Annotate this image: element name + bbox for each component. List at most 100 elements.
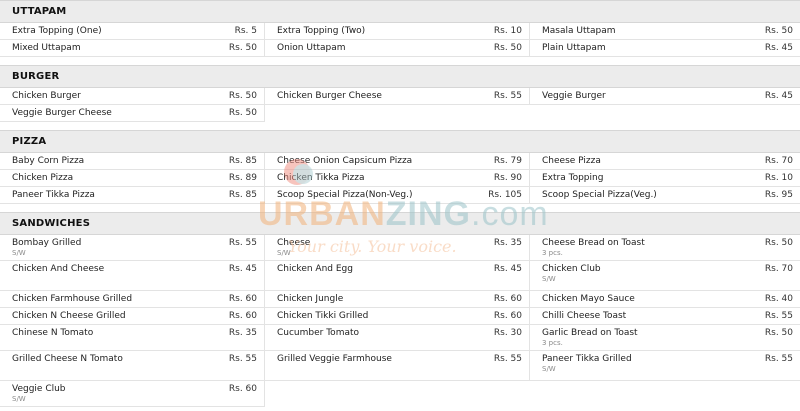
item-note: S/W (12, 249, 26, 257)
menu-item[interactable]: Scoop Special Pizza(Veg.) Rs. 95 (530, 187, 800, 204)
item-name: Plain Uttapam (542, 43, 606, 53)
menu-item[interactable]: Cheese Bread on Toast Rs. 50 3 pcs. (530, 235, 800, 261)
menu-item[interactable]: Scoop Special Pizza(Non-Veg.) Rs. 105 (265, 187, 530, 204)
menu-item[interactable]: Mixed Uttapam Rs. 50 (0, 40, 265, 57)
item-price: Rs. 70 (764, 264, 793, 274)
menu-item[interactable]: Chinese N Tomato Rs. 35 (0, 325, 265, 351)
menu-item[interactable]: Chicken Burger Rs. 50 (0, 88, 265, 105)
item-price: Rs. 45 (764, 91, 793, 101)
menu-item[interactable]: Chicken Jungle Rs. 60 (265, 291, 530, 308)
menu-item[interactable]: Extra Topping (Two) Rs. 10 (265, 23, 530, 40)
menu-item[interactable]: Paneer Tikka Grilled Rs. 55 S/W (530, 351, 800, 381)
item-name: Chicken And Egg (277, 264, 353, 274)
menu-item[interactable]: Chicken Burger Cheese Rs. 55 (265, 88, 530, 105)
item-name: Chilli Cheese Toast (542, 311, 627, 321)
item-price: Rs. 35 (228, 328, 257, 338)
menu-item[interactable]: Veggie Burger Cheese Rs. 50 (0, 105, 265, 122)
menu-item[interactable]: Masala Uttapam Rs. 50 (530, 23, 800, 40)
section-header-burger: BURGER (0, 65, 800, 88)
menu-item[interactable]: Veggie Burger Rs. 45 (530, 88, 800, 105)
menu-item[interactable]: Chicken Farmhouse Grilled Rs. 60 (0, 291, 265, 308)
item-price: Rs. 85 (228, 156, 257, 166)
section-grid-burger: Chicken Burger Rs. 50 Chicken Burger Chee… (0, 88, 800, 122)
item-price: Rs. 50 (493, 43, 522, 53)
item-name: Paneer Tikka Grilled (542, 354, 632, 364)
item-name: Bombay Grilled (12, 238, 82, 248)
menu-item[interactable]: Cheese Rs. 35 S/W (265, 235, 530, 261)
item-name: Chinese N Tomato (12, 328, 94, 338)
item-price: Rs. 105 (488, 190, 522, 200)
item-price: Rs. 60 (228, 311, 257, 321)
menu-item[interactable]: Extra Topping Rs. 10 (530, 170, 800, 187)
item-name: Chicken Burger Cheese (277, 91, 382, 101)
menu-item[interactable]: Extra Topping (One) Rs. 5 (0, 23, 265, 40)
menu-item[interactable]: Plain Uttapam Rs. 45 (530, 40, 800, 57)
item-price: Rs. 50 (764, 238, 793, 248)
item-name: Scoop Special Pizza(Non-Veg.) (277, 190, 413, 200)
menu-item[interactable]: Chicken Tikka Pizza Rs. 90 (265, 170, 530, 187)
item-price: Rs. 55 (493, 354, 522, 364)
item-price: Rs. 60 (228, 384, 257, 394)
menu-item[interactable]: Chicken And Cheese Rs. 45 (0, 261, 265, 291)
item-price: Rs. 40 (764, 294, 793, 304)
item-name: Garlic Bread on Toast (542, 328, 638, 338)
menu-item[interactable]: Cheese Onion Capsicum Pizza Rs. 79 (265, 153, 530, 170)
item-price: Rs. 79 (493, 156, 522, 166)
item-name: Chicken Burger (12, 91, 81, 101)
item-note: 3 pcs. (542, 249, 563, 257)
menu-item[interactable]: Chicken Mayo Sauce Rs. 40 (530, 291, 800, 308)
item-name: Veggie Club (12, 384, 66, 394)
item-note: S/W (277, 249, 291, 257)
item-name: Chicken Club (542, 264, 601, 274)
menu-item[interactable]: Grilled Cheese N Tomato Rs. 55 (0, 351, 265, 381)
item-price: Rs. 45 (228, 264, 257, 274)
menu-item[interactable]: Bombay Grilled Rs. 55 S/W (0, 235, 265, 261)
item-price: Rs. 55 (228, 354, 257, 364)
menu-item[interactable]: Chicken Club Rs. 70 S/W (530, 261, 800, 291)
menu-item[interactable]: Cucumber Tomato Rs. 30 (265, 325, 530, 351)
menu-item[interactable]: Cheese Pizza Rs. 70 (530, 153, 800, 170)
item-price: Rs. 89 (228, 173, 257, 183)
item-name: Veggie Burger (542, 91, 606, 101)
item-name: Chicken Tikka Pizza (277, 173, 365, 183)
menu-item[interactable]: Chicken And Egg Rs. 45 (265, 261, 530, 291)
item-price: Rs. 50 (228, 108, 257, 118)
item-price: Rs. 50 (228, 91, 257, 101)
item-name: Cheese Onion Capsicum Pizza (277, 156, 413, 166)
item-note: S/W (542, 275, 556, 283)
menu-item[interactable]: Grilled Veggie Farmhouse Rs. 55 (265, 351, 530, 381)
item-price: Rs. 50 (764, 328, 793, 338)
item-price: Rs. 90 (493, 173, 522, 183)
item-price: Rs. 55 (228, 238, 257, 248)
item-name: Grilled Cheese N Tomato (12, 354, 123, 364)
menu-item[interactable]: Garlic Bread on Toast Rs. 50 3 pcs. (530, 325, 800, 351)
menu-item[interactable]: Baby Corn Pizza Rs. 85 (0, 153, 265, 170)
menu-item[interactable]: Chicken Pizza Rs. 89 (0, 170, 265, 187)
section-header-uttapam: UTTAPAM (0, 0, 800, 23)
item-price: Rs. 70 (764, 156, 793, 166)
item-name: Chicken Mayo Sauce (542, 294, 635, 304)
item-price: Rs. 60 (228, 294, 257, 304)
item-name: Extra Topping (One) (12, 26, 102, 36)
item-price: Rs. 10 (493, 26, 522, 36)
item-name: Chicken Tikki Grilled (277, 311, 369, 321)
menu-item[interactable]: Chicken N Cheese Grilled Rs. 60 (0, 308, 265, 325)
item-price: Rs. 35 (493, 238, 522, 248)
menu-item[interactable]: Onion Uttapam Rs. 50 (265, 40, 530, 57)
menu-item[interactable]: Chicken Tikki Grilled Rs. 60 (265, 308, 530, 325)
item-price: Rs. 85 (228, 190, 257, 200)
menu-item[interactable]: Chilli Cheese Toast Rs. 55 (530, 308, 800, 325)
item-name: Chicken Farmhouse Grilled (12, 294, 133, 304)
section-header-pizza: PIZZA (0, 130, 800, 153)
item-name: Baby Corn Pizza (12, 156, 85, 166)
item-price: Rs. 45 (764, 43, 793, 53)
item-price: Rs. 55 (493, 91, 522, 101)
menu-item[interactable]: Veggie Club Rs. 60 S/W (0, 381, 265, 407)
menu-item[interactable]: Paneer Tikka Pizza Rs. 85 (0, 187, 265, 204)
item-name: Extra Topping (542, 173, 604, 183)
item-name: Cheese Bread on Toast (542, 238, 645, 248)
item-name: Scoop Special Pizza(Veg.) (542, 190, 657, 200)
item-name: Grilled Veggie Farmhouse (277, 354, 392, 364)
